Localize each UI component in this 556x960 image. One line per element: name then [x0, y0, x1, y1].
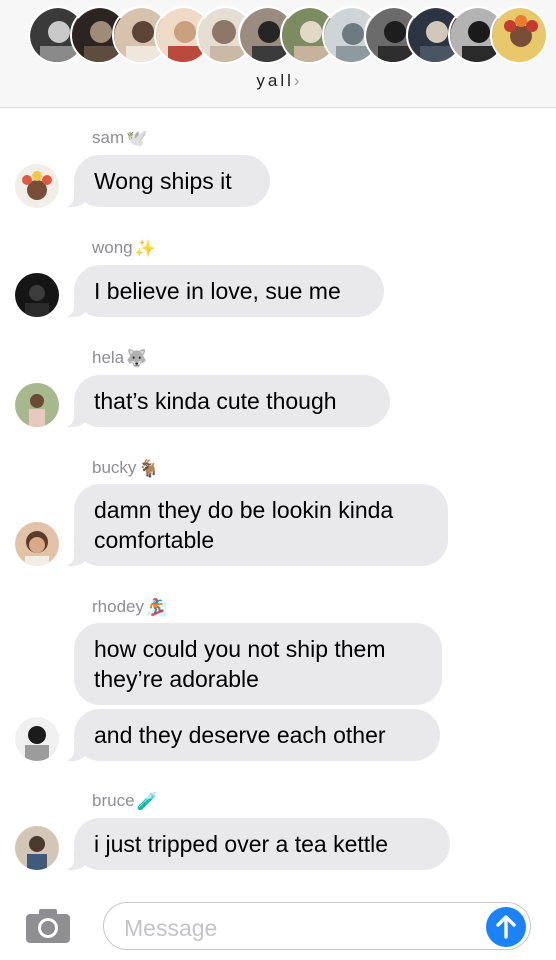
group-avatars[interactable] [0, 0, 556, 70]
sender-name: bucky 🐐 [92, 458, 160, 478]
chevron-right-icon: › [293, 71, 300, 90]
test-tube-emoji-icon: 🧪 [136, 791, 158, 811]
goat-emoji-icon: 🐐 [138, 458, 160, 478]
sender-avatar-bruce[interactable] [15, 826, 59, 870]
dove-emoji-icon: 🕊️ [126, 128, 148, 148]
message-bubble[interactable]: damn they do be lookin kinda comfortable [60, 484, 448, 566]
message-placeholder: Message [124, 915, 218, 941]
sender-avatar-hela[interactable] [15, 383, 59, 427]
conversation-header: yall› [0, 0, 556, 108]
wolf-emoji-icon: 🐺 [126, 348, 148, 368]
message-bubble[interactable]: how could you not ship them they’re ador… [74, 623, 442, 705]
group-name-label: yall [256, 71, 294, 90]
group-avatar [490, 6, 548, 64]
message-bubble[interactable]: Wong ships it [60, 155, 270, 207]
sender-avatar-rhodey[interactable] [15, 717, 59, 761]
sender-name: sam 🕊️ [92, 128, 148, 148]
arrow-up-icon [496, 915, 516, 939]
message-bubble[interactable]: i just tripped over a tea kettle [60, 818, 450, 870]
sender-avatar-bucky[interactable] [15, 522, 59, 566]
message-bubble[interactable]: I believe in love, sue me [60, 265, 384, 317]
message-bubble[interactable]: and they deserve each other [60, 709, 440, 761]
sender-name: bruce 🧪 [92, 791, 158, 811]
camera-icon[interactable] [25, 908, 71, 944]
sender-name: rhodey 🏂 [92, 597, 168, 617]
message-input[interactable]: Message [103, 902, 531, 950]
message-bubble[interactable]: that’s kinda cute though [60, 375, 390, 427]
sender-name: hela 🐺 [92, 348, 148, 368]
sender-avatar-sam[interactable] [15, 164, 59, 208]
group-name[interactable]: yall› [0, 71, 556, 91]
send-button[interactable] [486, 907, 526, 947]
sender-avatar-wong[interactable] [15, 273, 59, 317]
snowboarder-emoji-icon: 🏂 [145, 597, 168, 617]
sender-name: wong ✨ [92, 238, 156, 258]
sparkles-emoji-icon: ✨ [134, 238, 156, 258]
